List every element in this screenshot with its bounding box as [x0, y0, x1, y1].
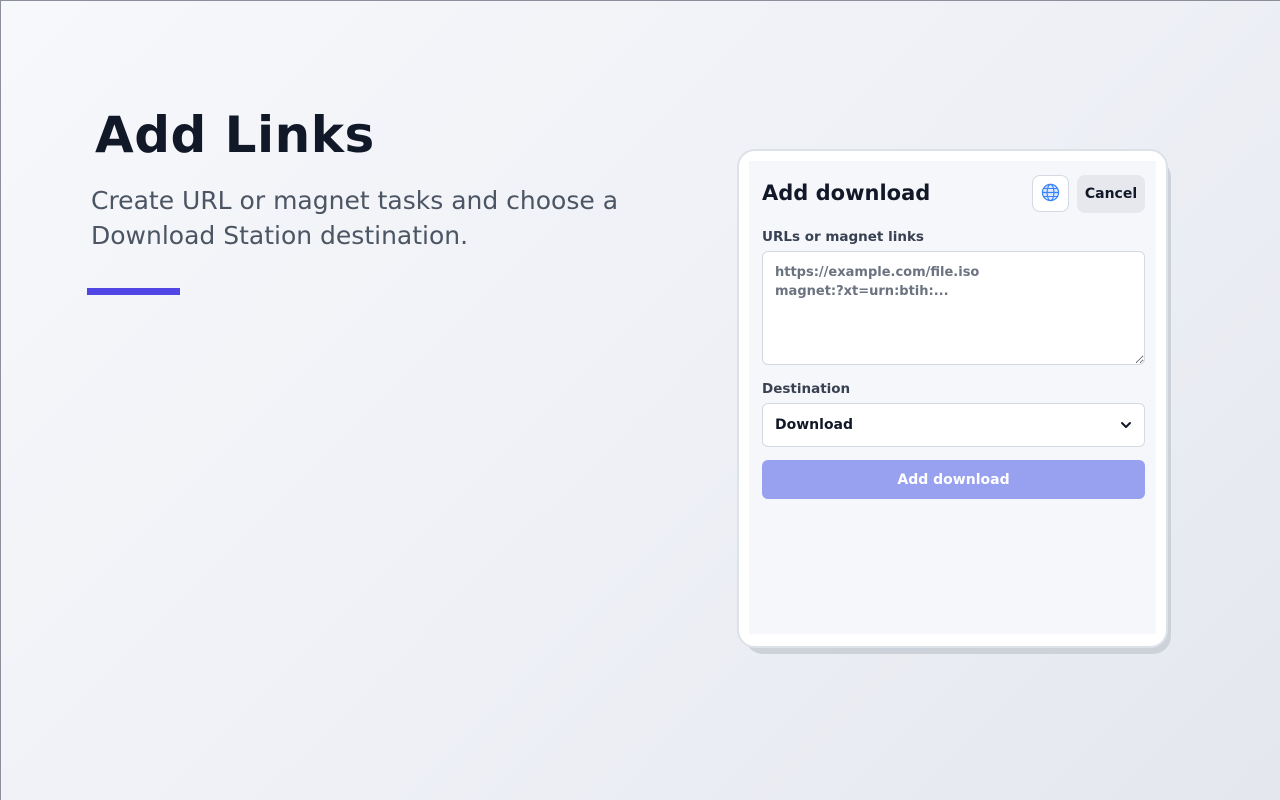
- dialog-title: Add download: [762, 181, 931, 205]
- urls-label: URLs or magnet links: [762, 229, 924, 245]
- destination-select[interactable]: Download: [762, 403, 1145, 447]
- accent-bar: [87, 288, 180, 295]
- panel-header: Add download Cancel: [762, 175, 1145, 213]
- page-subtitle: Create URL or magnet tasks and choose a …: [91, 186, 619, 250]
- urls-input[interactable]: [762, 251, 1145, 365]
- globe-icon: [1041, 183, 1060, 205]
- popup-card: Add download Cancel URLs or magnet links…: [737, 149, 1168, 648]
- hero-section: Add Links Create URL or magnet tasks and…: [91, 105, 651, 253]
- destination-value: Download: [775, 417, 854, 433]
- language-button[interactable]: [1032, 175, 1069, 212]
- chevron-down-icon: [1120, 419, 1132, 431]
- add-download-panel: Add download Cancel URLs or magnet links…: [749, 161, 1156, 634]
- page-title: Add Links: [95, 106, 375, 164]
- add-download-button[interactable]: Add download: [762, 460, 1145, 499]
- destination-label: Destination: [762, 381, 851, 397]
- cancel-button[interactable]: Cancel: [1077, 175, 1145, 213]
